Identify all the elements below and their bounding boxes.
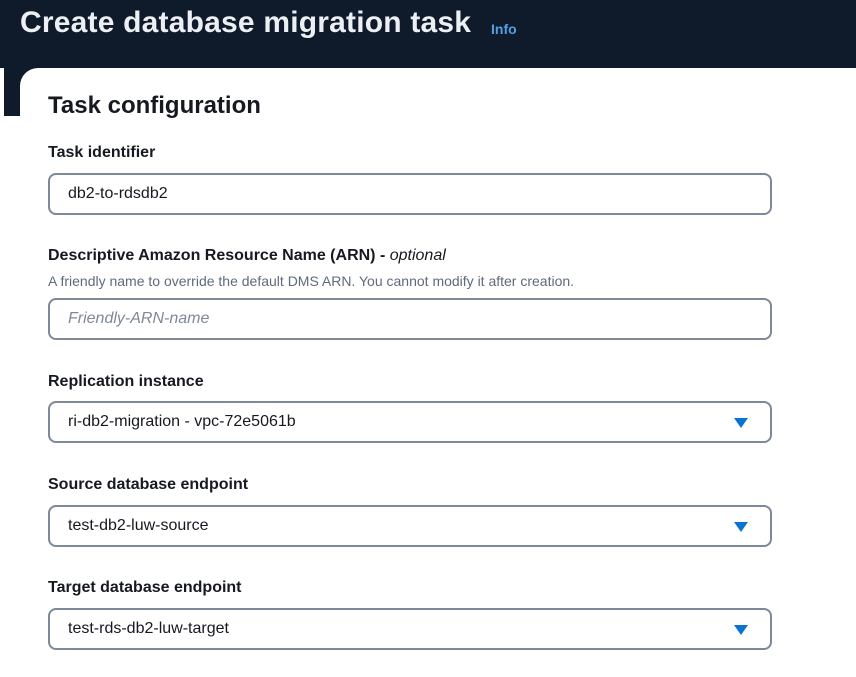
header-edge xyxy=(0,68,4,116)
target-endpoint-select[interactable]: test-rds-db2-luw-target xyxy=(48,608,772,650)
source-endpoint-select[interactable]: test-db2-luw-source xyxy=(48,505,772,547)
info-link[interactable]: Info xyxy=(491,21,517,37)
target-endpoint-value: test-rds-db2-luw-target xyxy=(68,620,229,637)
page-title: Create database migration task xyxy=(20,6,472,39)
replication-instance-label: Replication instance xyxy=(48,373,204,390)
task-identifier-input[interactable]: db2-to-rdsdb2 xyxy=(48,173,772,215)
source-endpoint-label: Source database endpoint xyxy=(48,476,249,493)
caret-down-icon xyxy=(734,418,748,428)
target-endpoint-label: Target database endpoint xyxy=(48,579,242,596)
replication-instance-value: ri-db2-migration - vpc-72e5061b xyxy=(68,413,296,430)
task-identifier-label: Task identifier xyxy=(48,144,156,161)
arn-placeholder: Friendly-ARN-name xyxy=(68,310,210,327)
arn-label-text: Descriptive Amazon Resource Name (ARN) xyxy=(48,247,376,264)
arn-label-separator: - xyxy=(375,247,390,264)
caret-down-icon xyxy=(734,625,748,635)
caret-down-icon xyxy=(734,522,748,532)
optional-tag: optional xyxy=(389,247,446,264)
arn-description: A friendly name to override the default … xyxy=(48,273,575,289)
source-endpoint-value: test-db2-luw-source xyxy=(68,517,209,534)
page: Create database migration task Info Task… xyxy=(0,0,856,677)
arn-label: Descriptive Amazon Resource Name (ARN) -… xyxy=(48,247,446,265)
replication-instance-select[interactable]: ri-db2-migration - vpc-72e5061b xyxy=(48,401,772,443)
section-title: Task configuration xyxy=(48,92,261,119)
task-identifier-value: db2-to-rdsdb2 xyxy=(68,185,168,202)
arn-input[interactable]: Friendly-ARN-name xyxy=(48,298,772,340)
